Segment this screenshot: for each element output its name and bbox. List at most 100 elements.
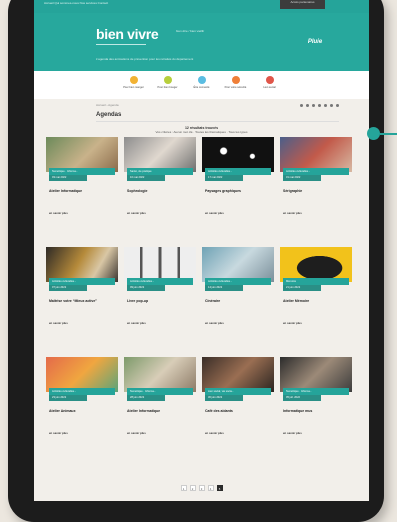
event-card[interactable]: Santé, vie pratique 10 mai 2022 Sophrolo…: [124, 137, 196, 233]
facebook-icon[interactable]: [312, 104, 315, 107]
event-title[interactable]: Café des aidants: [205, 409, 272, 414]
site-logo[interactable]: bien vivre: [96, 26, 159, 42]
event-title[interactable]: Maîtrise votre “Mieux active”: [49, 299, 116, 304]
event-title[interactable]: Cinéraire: [205, 299, 272, 304]
partner-logo[interactable]: Pluie: [297, 39, 333, 53]
page-button[interactable]: 2: [189, 485, 196, 491]
event-card[interactable]: Activités culturelles... 17 mai 2022 Pay…: [202, 137, 274, 233]
event-title[interactable]: Atelier Animaux: [49, 409, 116, 414]
read-more-link[interactable]: en savoir plus: [283, 431, 302, 435]
event-date: 03 mai 2022: [49, 175, 87, 181]
breadcrumb[interactable]: Accueil › Agenda: [96, 103, 119, 107]
mail-icon[interactable]: [306, 104, 309, 107]
event-date: 05 juil. 2022: [283, 395, 321, 401]
shield-icon: [231, 76, 240, 84]
quicklink-label: Être connecté: [193, 86, 210, 89]
page-button[interactable]: 1: [180, 485, 187, 491]
page-button[interactable]: 3: [198, 485, 205, 491]
event-category: Santé, vie pratique: [127, 168, 193, 175]
event-card[interactable]: Activités culturelles... 23 juin 2022 At…: [46, 357, 118, 453]
theme-quicklinks: Pour bien manger Pour bien bouger Être c…: [34, 71, 369, 99]
event-category: Activités culturelles...: [283, 168, 349, 175]
event-category: Numérique · Informa...: [49, 168, 115, 175]
site-tagline: bien être / bien vieillir: [176, 29, 205, 33]
quicklink-securite[interactable]: Pour votre sécurité: [225, 76, 247, 99]
quicklink-lien-social[interactable]: Lien social: [259, 76, 281, 99]
event-card[interactable]: Activités culturelles... 14 juin 2022 Ci…: [202, 247, 274, 343]
share-icon[interactable]: [336, 104, 339, 107]
event-photo[interactable]: [202, 137, 274, 172]
callout-line: [380, 133, 397, 135]
event-card[interactable]: Activités culturelles... 31 mai 2022 Sér…: [280, 137, 352, 233]
main-content: Accueil › Agenda Agendas 12 résultats tr…: [34, 99, 369, 501]
event-date: 23 juin 2022: [49, 395, 87, 401]
event-photo[interactable]: [202, 247, 274, 282]
event-title[interactable]: Sophrologie: [127, 189, 194, 194]
top-links[interactable]: Accueil Qui sommes-nous Nos services Con…: [44, 1, 108, 5]
event-card[interactable]: Lien social, vie socia... 30 juin 2022 C…: [202, 357, 274, 453]
event-photo[interactable]: [46, 247, 118, 282]
twitter-icon[interactable]: [318, 104, 321, 107]
read-more-link[interactable]: en savoir plus: [205, 321, 224, 325]
text-size-icon[interactable]: [330, 104, 333, 107]
event-category: Lien social, vie socia...: [205, 388, 271, 395]
event-photo[interactable]: [202, 357, 274, 392]
page-button-current[interactable]: 5: [216, 485, 223, 491]
event-photo[interactable]: [124, 247, 196, 282]
quicklink-bien-manger[interactable]: Pour bien manger: [123, 76, 145, 99]
event-card[interactable]: Mémoire 21 juin 2022 Atelier Mémoire en …: [280, 247, 352, 343]
read-more-link[interactable]: en savoir plus: [127, 431, 146, 435]
event-category: Activités culturelles...: [49, 388, 115, 395]
quicklink-label: Pour votre sécurité: [224, 86, 247, 89]
search-criteria: Vos critères : Aucun mot clé · Toutes le…: [155, 130, 248, 134]
print-icon[interactable]: [300, 104, 303, 107]
read-more-link[interactable]: en savoir plus: [49, 431, 68, 435]
pagination: 1 2 3 4 5: [34, 485, 369, 491]
event-category: Activités culturelles...: [205, 278, 271, 285]
event-card[interactable]: Numérique · Informa... 28 juin 2022 Atel…: [124, 357, 196, 453]
quicklink-connecte[interactable]: Être connecté: [191, 76, 213, 99]
read-more-link[interactable]: en savoir plus: [283, 211, 302, 215]
quicklink-bien-bouger[interactable]: Pour bien bouger: [157, 76, 179, 99]
screen-icon: [197, 76, 206, 84]
read-more-link[interactable]: en savoir plus: [127, 211, 146, 215]
event-photo[interactable]: [46, 137, 118, 172]
event-card[interactable]: Numérique · Informa... 05 juil. 2022 Inf…: [280, 357, 352, 453]
read-more-link[interactable]: en savoir plus: [283, 321, 302, 325]
event-date: 07 juin 2022: [49, 285, 87, 291]
event-date: 31 mai 2022: [283, 175, 321, 181]
banner-divider: [96, 44, 146, 45]
event-photo[interactable]: [280, 247, 352, 282]
event-title[interactable]: Atelier Informatique: [127, 409, 194, 414]
event-title[interactable]: Informatique mus: [283, 409, 350, 414]
event-photo[interactable]: [280, 137, 352, 172]
event-card[interactable]: Numérique · Informa... 03 mai 2022 Ateli…: [46, 137, 118, 233]
event-photo[interactable]: [280, 357, 352, 392]
tablet-frame: Accueil Qui sommes-nous Nos services Con…: [8, 0, 384, 522]
read-more-link[interactable]: en savoir plus: [205, 431, 224, 435]
event-category: Numérique · Informa...: [127, 388, 193, 395]
event-photo[interactable]: [124, 357, 196, 392]
event-photo[interactable]: [124, 137, 196, 172]
runner-icon: [163, 76, 172, 84]
event-date: 17 mai 2022: [205, 175, 243, 181]
event-photo[interactable]: [46, 357, 118, 392]
site-banner: bien vivre bien être / bien vieillir L’a…: [34, 13, 369, 71]
read-more-link[interactable]: en savoir plus: [127, 321, 146, 325]
page-button[interactable]: 4: [207, 485, 214, 491]
read-more-link[interactable]: en savoir plus: [49, 211, 68, 215]
login-button[interactable]: Accès partenaires: [280, 0, 325, 9]
site-slogan: L’agenda des animations de prévention po…: [96, 57, 194, 61]
linkedin-icon[interactable]: [324, 104, 327, 107]
event-title[interactable]: Paysages graphiques: [205, 189, 272, 194]
read-more-link[interactable]: en savoir plus: [49, 321, 68, 325]
event-title[interactable]: Livre pop-up: [127, 299, 194, 304]
event-title[interactable]: Sérigraphie: [283, 189, 350, 194]
event-card[interactable]: Activités culturelles... 07 juin 2022 Ma…: [46, 247, 118, 343]
people-icon: [265, 76, 274, 84]
events-grid: Numérique · Informa... 03 mai 2022 Ateli…: [46, 137, 352, 453]
event-card[interactable]: Activités culturelles... 09 juin 2022 Li…: [124, 247, 196, 343]
event-title[interactable]: Atelier Informatique: [49, 189, 116, 194]
event-title[interactable]: Atelier Mémoire: [283, 299, 350, 304]
read-more-link[interactable]: en savoir plus: [205, 211, 224, 215]
